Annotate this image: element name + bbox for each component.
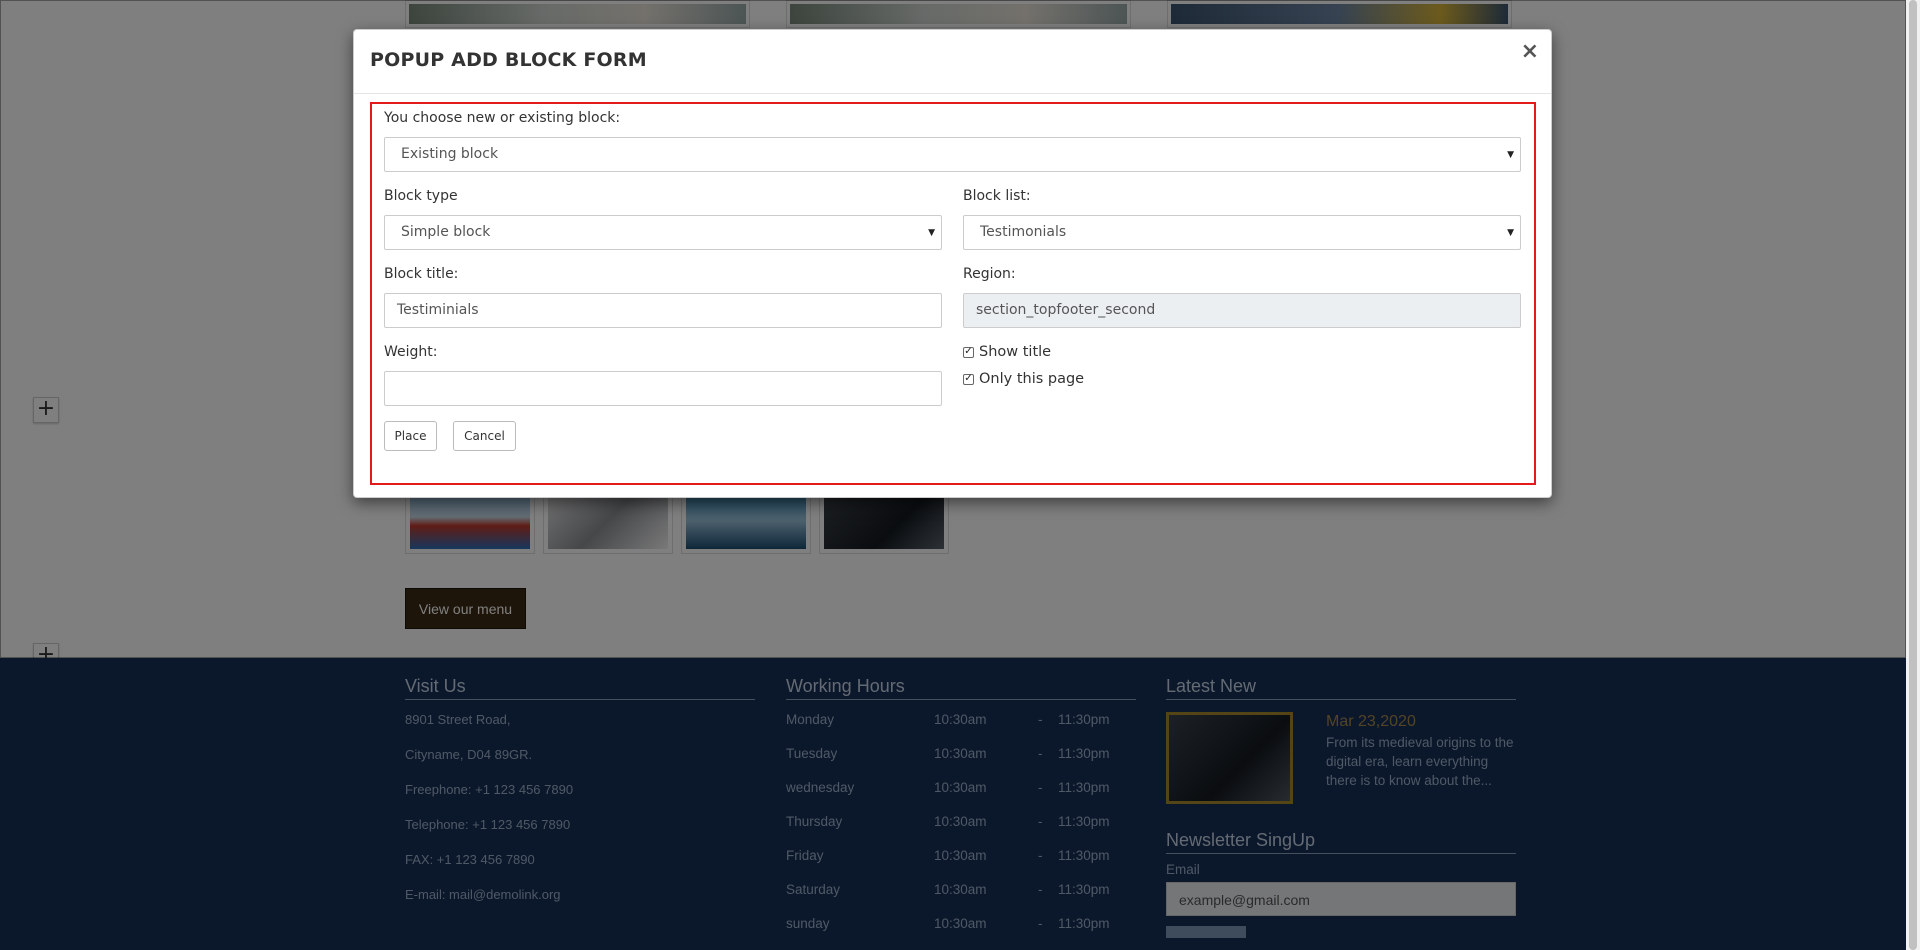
block-list-value: Testimonials: [980, 224, 1067, 240]
only-this-page-checkbox-row[interactable]: ✓ Only this page: [963, 371, 1084, 387]
cancel-button[interactable]: Cancel: [453, 421, 516, 451]
region-input: section_topfooter_second: [963, 293, 1521, 328]
block-title-label: Block title:: [384, 266, 459, 282]
block-list-label: Block list:: [963, 188, 1031, 204]
block-list-select[interactable]: Testimonials ▼: [963, 215, 1521, 250]
block-type-select[interactable]: Simple block ▼: [384, 215, 942, 250]
show-title-checkbox-row[interactable]: ✓ Show title: [963, 344, 1051, 360]
block-title-input[interactable]: Testiminials: [384, 293, 942, 328]
show-title-label: Show title: [979, 344, 1052, 360]
scrollbar-thumb[interactable]: [1909, 0, 1917, 950]
block-type-label: Block type: [384, 188, 458, 204]
block-choice-value: Existing block: [401, 146, 499, 162]
chevron-down-icon: ▼: [1507, 150, 1514, 160]
chevron-down-icon: ▼: [1507, 228, 1514, 238]
block-type-value: Simple block: [401, 224, 491, 240]
modal-header: POPUP ADD BLOCK FORM ×: [354, 30, 1551, 94]
block-choice-select[interactable]: Existing block ▼: [384, 137, 1521, 172]
close-button[interactable]: ×: [1521, 41, 1539, 63]
only-this-page-checkbox[interactable]: ✓: [963, 373, 974, 385]
add-block-modal: POPUP ADD BLOCK FORM × You choose new or…: [353, 29, 1552, 498]
add-block-form: You choose new or existing block: Existi…: [370, 102, 1536, 485]
region-label: Region:: [963, 266, 1016, 282]
weight-label: Weight:: [384, 344, 438, 360]
chevron-down-icon: ▼: [928, 228, 935, 238]
weight-input[interactable]: [384, 371, 942, 406]
page-scrollbar[interactable]: [1906, 0, 1920, 950]
show-title-checkbox[interactable]: ✓: [963, 346, 974, 358]
block-choice-label: You choose new or existing block:: [384, 110, 621, 126]
modal-title: POPUP ADD BLOCK FORM: [370, 49, 647, 71]
only-this-page-label: Only this page: [979, 371, 1085, 387]
place-button[interactable]: Place: [384, 421, 437, 451]
